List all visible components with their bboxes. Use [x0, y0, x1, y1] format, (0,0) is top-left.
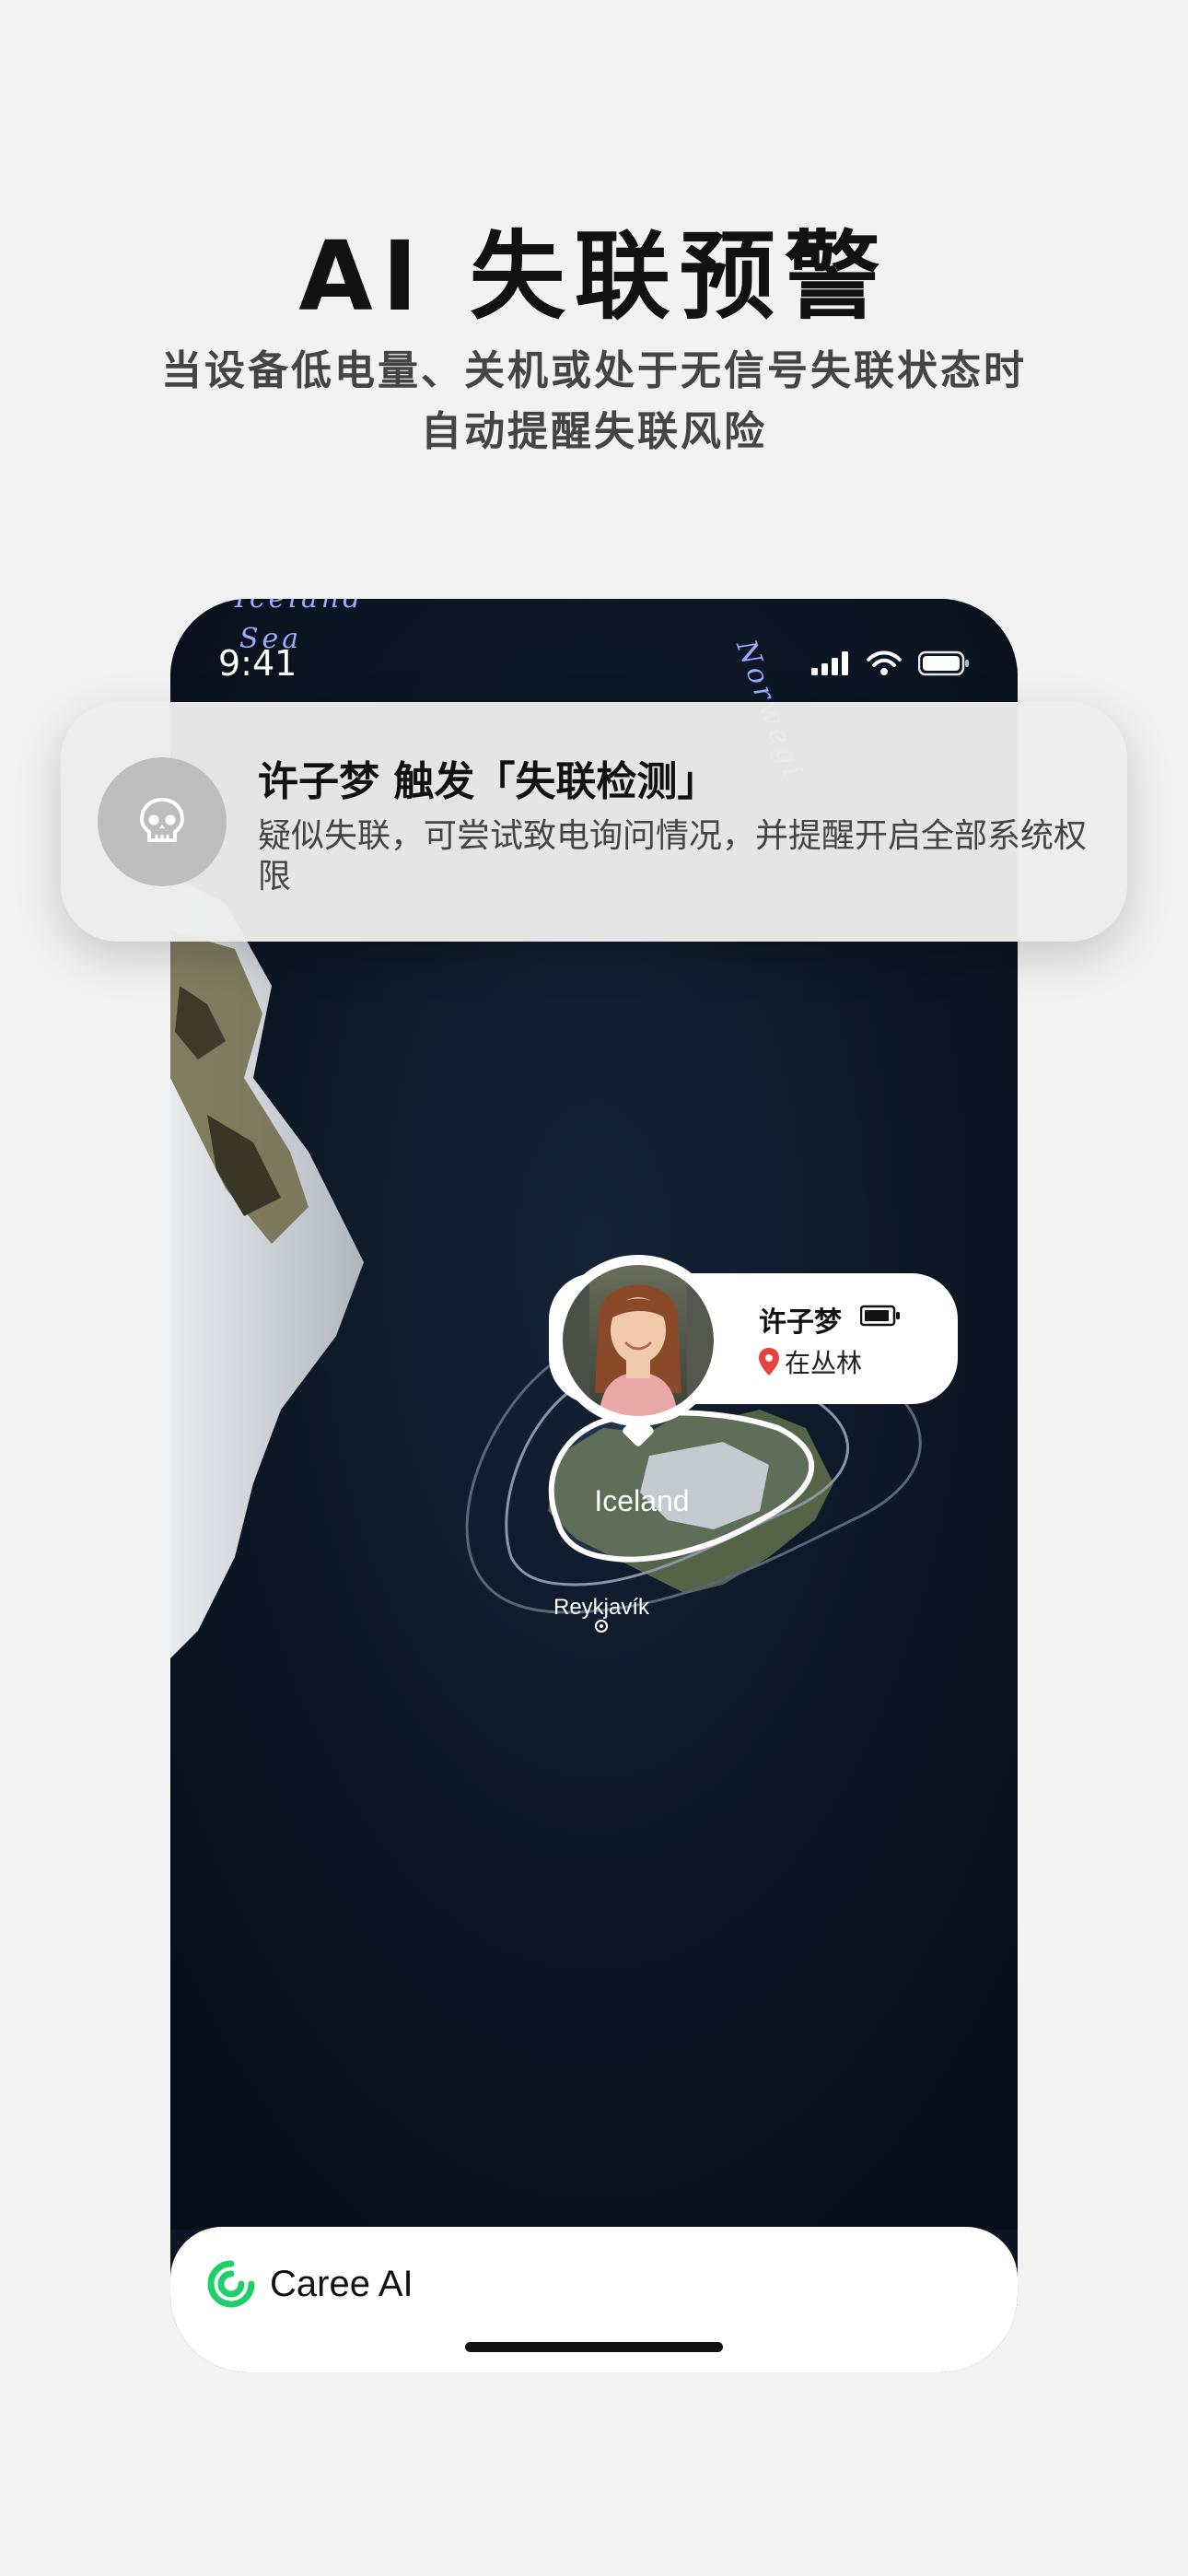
- bottom-sheet[interactable]: Caree AI: [170, 2227, 1018, 2372]
- notification-body: 疑似失联，可尝试致电询问情况，并提醒开启全部系统权限: [258, 817, 1088, 896]
- status-time: 9:41: [218, 643, 297, 684]
- notification-icon: [98, 757, 227, 886]
- brand: Caree AI: [205, 2258, 413, 2310]
- subheadline-line-1: 当设备低电量、关机或处于无信号失联状态时: [161, 347, 1027, 394]
- notification-title: 许子梦 触发「失联检测」: [258, 758, 718, 805]
- alert-notification[interactable]: 许子梦 触发「失联检测」 疑似失联，可尝试致电询问情况，并提醒开启全部系统权限: [61, 702, 1127, 942]
- status-icons: [811, 650, 970, 676]
- subheadline-line-2: 自动提醒失联风险: [421, 408, 767, 455]
- map-label-iceland-sea-top: Iceland: [235, 599, 364, 615]
- wifi-icon: [867, 650, 902, 675]
- map-label-reykjavik: Reykjavík: [553, 1595, 650, 1620]
- caree-logo-icon: [207, 2260, 255, 2308]
- battery-status-icon: [918, 650, 969, 676]
- avatar-photo: [559, 1261, 717, 1420]
- cellular-signal-icon: [811, 651, 848, 675]
- person-status-text: 在丛林: [785, 1348, 863, 1378]
- skull-icon: [140, 798, 184, 842]
- person-name: 许子梦: [759, 1306, 842, 1339]
- home-indicator[interactable]: [465, 2342, 723, 2352]
- person-avatar[interactable]: [553, 1255, 724, 1426]
- headline: AI 失联预警: [298, 220, 890, 333]
- map-label-iceland: Iceland: [594, 1484, 689, 1517]
- low-battery-icon: [860, 1305, 900, 1327]
- subheadline: 当设备低电量、关机或处于无信号失联状态时 自动提醒失联风险: [0, 341, 1188, 463]
- location-pin-icon: [759, 1348, 779, 1376]
- person-status: 在丛林: [757, 1343, 862, 1380]
- brand-name: Caree AI: [270, 2263, 413, 2304]
